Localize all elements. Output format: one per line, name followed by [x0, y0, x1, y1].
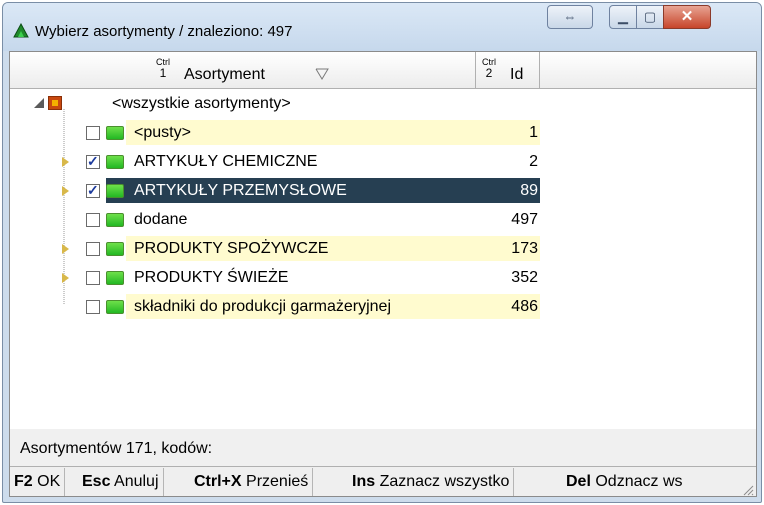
tree-row[interactable]: składniki do produkcji garmażeryjnej 486: [10, 292, 756, 321]
shortcut-key: Del: [566, 473, 591, 490]
dialog-window: Wybierz asortymenty / znaleziono: 497 ⇔ …: [2, 2, 762, 503]
expand-arrow-icon[interactable]: [62, 273, 69, 283]
folder-icon: [106, 300, 124, 314]
folder-icon: [106, 184, 124, 198]
deselect-all-button[interactable]: Del Odznacz ws: [562, 468, 687, 496]
button-label: Anuluj: [114, 473, 159, 490]
column-label-asortyment: Asortyment: [184, 66, 265, 83]
row-checkbox[interactable]: [86, 300, 100, 314]
button-label: Przenieś: [246, 473, 309, 490]
expand-arrow-icon[interactable]: [62, 157, 69, 167]
checkmark-icon: ✓: [87, 153, 99, 169]
minimize-button[interactable]: ▁: [609, 5, 637, 29]
sort-descending-icon: [315, 68, 329, 80]
minimize-icon: ▁: [618, 9, 628, 24]
folder-icon: [106, 242, 124, 256]
row-label: ARTYKUŁY PRZEMYSŁOWE: [134, 182, 347, 199]
assortment-tree[interactable]: <wszystkie asortymenty> <pusty> 1 ✓ ARTY…: [10, 89, 756, 429]
expanded-arrow-icon[interactable]: [34, 98, 44, 108]
tree-row[interactable]: dodane 497: [10, 205, 756, 234]
folder-icon: [106, 126, 124, 140]
expand-arrow-icon[interactable]: [62, 244, 69, 254]
row-checkbox[interactable]: [86, 242, 100, 256]
row-label: PRODUKTY SPOŻYWCZE: [134, 240, 329, 257]
tree-row[interactable]: <pusty> 1: [10, 118, 756, 147]
ctrl-number: 2: [485, 66, 493, 80]
bottom-toolbar: F2 OK Esc Anuluj Ctrl+X Przenieś Ins Zaz…: [10, 466, 756, 496]
row-checkbox[interactable]: ✓: [86, 153, 100, 169]
ctrl-shortcut-hint: Ctrl 2: [482, 58, 496, 80]
column-header: Ctrl 1 Asortyment Ctrl 2 Id: [10, 52, 756, 89]
row-id: 497: [511, 211, 538, 228]
row-id: 173: [511, 240, 538, 257]
ctrl-number: 1: [159, 66, 167, 80]
checkmark-icon: ✓: [87, 182, 99, 198]
close-icon: ✕: [680, 8, 694, 25]
button-label: Zaznacz wszystko: [379, 473, 510, 490]
title-bar[interactable]: Wybierz asortymenty / znaleziono: 497 ⇔ …: [3, 3, 761, 51]
row-checkbox[interactable]: [86, 126, 100, 140]
tree-row[interactable]: PRODUKTY SPOŻYWCZE 173: [10, 234, 756, 263]
resize-arrows-icon: ⇔: [563, 9, 577, 24]
status-bar: Asortymentów 171, kodów:: [20, 440, 213, 457]
folder-icon: [106, 213, 124, 227]
button-label: Odznacz ws: [595, 473, 683, 490]
row-checkbox[interactable]: ✓: [86, 182, 100, 198]
row-label: <pusty>: [134, 124, 191, 141]
cancel-button[interactable]: Esc Anuluj: [78, 468, 164, 496]
row-label: PRODUKTY ŚWIEŻE: [134, 269, 289, 286]
expand-arrow-icon[interactable]: [62, 186, 69, 196]
row-id: 486: [511, 298, 538, 315]
shortcut-key: Ins: [352, 473, 376, 490]
tree-root-label: <wszystkie asortymenty>: [112, 95, 291, 112]
row-checkbox[interactable]: [86, 213, 100, 227]
button-label: OK: [37, 473, 61, 490]
folder-icon: [106, 271, 124, 285]
window-title: Wybierz asortymenty / znaleziono: 497: [35, 23, 293, 40]
resize-grip-icon[interactable]: [740, 482, 754, 496]
maximize-button[interactable]: ▢: [636, 5, 664, 29]
shortcut-key: Ctrl+X: [194, 473, 242, 490]
ok-button[interactable]: F2 OK: [10, 468, 66, 496]
shortcut-key: F2: [14, 473, 33, 490]
partial-check-icon[interactable]: [48, 96, 62, 110]
maximize-icon: ▢: [643, 9, 657, 24]
column-label-id: Id: [510, 66, 524, 83]
row-id: 89: [520, 182, 538, 199]
row-label: składniki do produkcji garmażeryjnej: [134, 298, 392, 315]
row-id: 352: [511, 269, 538, 286]
tree-row[interactable]: PRODUKTY ŚWIEŻE 352: [10, 263, 756, 292]
row-label: dodane: [134, 211, 188, 228]
tree-row[interactable]: ✓ ARTYKUŁY CHEMICZNE 2: [10, 147, 756, 176]
resize-button[interactable]: ⇔: [547, 5, 593, 29]
shortcut-key: Esc: [82, 473, 111, 490]
folder-icon: [106, 155, 124, 169]
row-id: 2: [529, 153, 538, 170]
select-all-button[interactable]: Ins Zaznacz wszystko: [348, 468, 515, 496]
row-label: ARTYKUŁY CHEMICZNE: [134, 153, 318, 170]
row-id: 1: [529, 124, 538, 141]
ctrl-shortcut-hint: Ctrl 1: [156, 58, 170, 80]
close-button[interactable]: ✕: [663, 5, 711, 29]
tree-root-row[interactable]: <wszystkie asortymenty>: [10, 89, 756, 118]
column-header-asortyment[interactable]: Ctrl 1 Asortyment: [10, 52, 476, 88]
column-header-id[interactable]: Ctrl 2 Id: [476, 52, 540, 88]
dialog-content: Ctrl 1 Asortyment Ctrl 2 Id <wszystkie a…: [9, 51, 757, 497]
tree-row-selected[interactable]: ✓ ARTYKUŁY PRZEMYSŁOWE 89: [10, 176, 756, 205]
app-icon: [13, 23, 29, 38]
move-button[interactable]: Ctrl+X Przenieś: [190, 468, 314, 496]
row-checkbox[interactable]: [86, 271, 100, 285]
